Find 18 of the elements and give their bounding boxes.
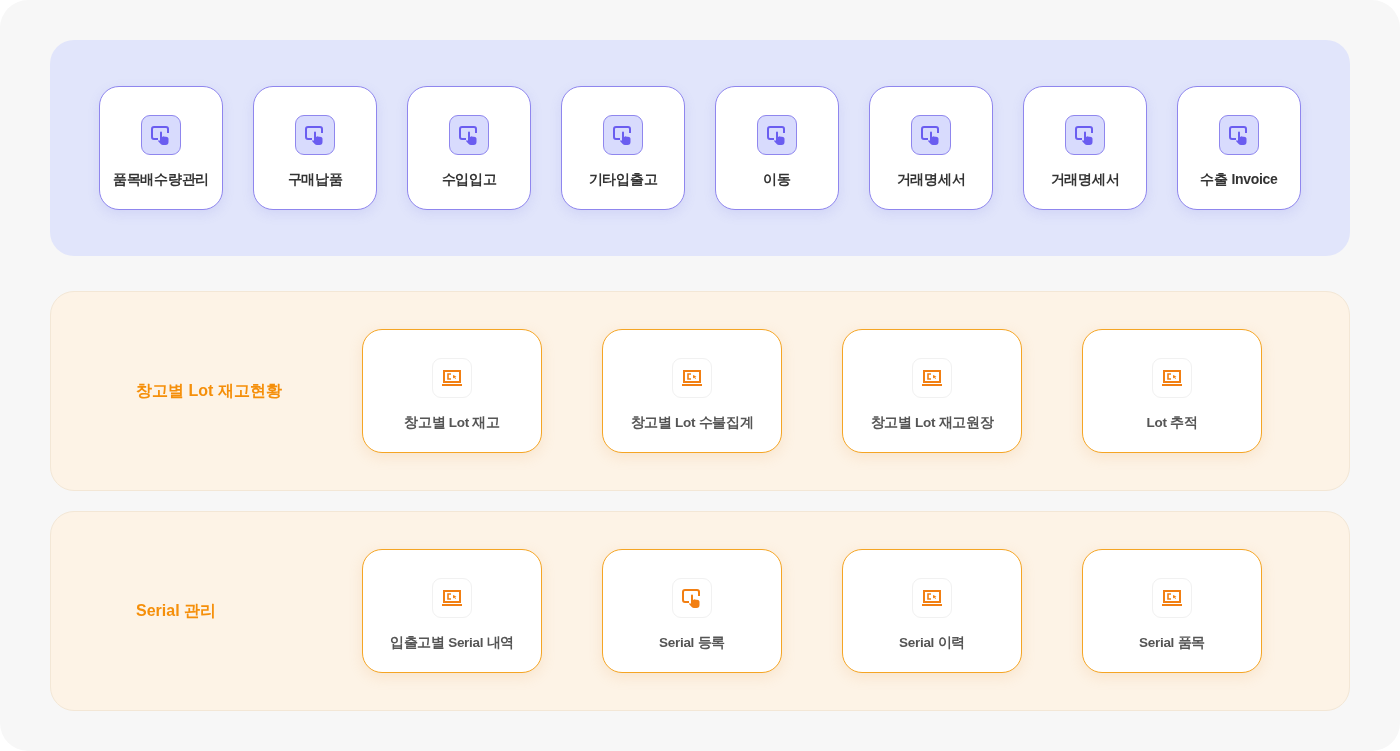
menu-card[interactable]: 기타입출고 — [561, 86, 685, 210]
menu-card[interactable]: 창고별 Lot 수불집계 — [602, 329, 782, 453]
menu-card[interactable]: 거래명세서 — [869, 86, 993, 210]
menu-card[interactable]: Serial 품목 — [1082, 549, 1262, 673]
menu-card[interactable]: 이동 — [715, 86, 839, 210]
menu-card[interactable]: Serial 이력 — [842, 549, 1022, 673]
menu-card[interactable]: 창고별 Lot 재고원장 — [842, 329, 1022, 453]
menu-card[interactable]: Lot 추적 — [1082, 329, 1262, 453]
section-title: 창고별 Lot 재고현황 — [136, 380, 283, 401]
menu-card[interactable]: 거래명세서 — [1023, 86, 1147, 210]
menu-card[interactable]: 창고별 Lot 재고 — [362, 329, 542, 453]
menu-card[interactable]: 입출고별 Serial 내역 — [362, 549, 542, 673]
menu-card[interactable]: 수출 Invoice — [1177, 86, 1301, 210]
menu-card[interactable]: 구매납품 — [253, 86, 377, 210]
section-title: Serial 관리 — [136, 600, 218, 621]
menu-card[interactable]: 수입입고 — [407, 86, 531, 210]
menu-card[interactable]: Serial 등록 — [602, 549, 782, 673]
menu-card[interactable]: 품목배수량관리 — [99, 86, 223, 210]
